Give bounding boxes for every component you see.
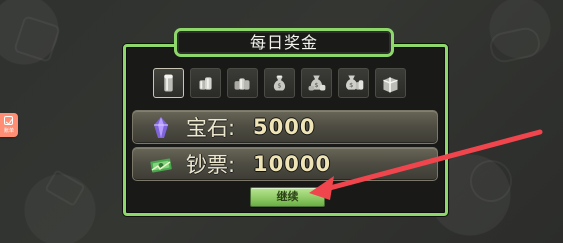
dialog-title-tab: 每日奖金 [174,28,394,57]
gem-reward-value: 5000 [253,115,316,139]
background-decoration [464,154,518,208]
side-badge-label: 账单 [3,128,14,134]
money-bag-stack-icon: $ [346,75,364,90]
money-bag-coins-icon: $ [308,75,326,91]
day-slot-3[interactable] [227,68,258,98]
cash-reward-row: 钞票: 10000 [132,147,438,181]
cash-reward-label: 钞票: [186,153,236,177]
svg-text:$: $ [314,81,318,89]
day-slot-7[interactable] [375,68,406,98]
treasure-box-icon [383,77,398,93]
gem-reward-row: 宝石: 5000 [132,110,438,144]
svg-text:$: $ [349,81,353,89]
daily-reward-strip: $ $ $ [153,68,413,98]
coin-stack-large-icon [234,78,250,90]
coin-stack-icon [199,77,212,90]
background-decoration [487,25,543,65]
day-slot-4[interactable]: $ [264,68,295,98]
single-coin-icon [164,74,173,92]
cash-icon [150,158,172,173]
bill-icon [4,116,13,125]
svg-text:$: $ [277,82,281,90]
day-slot-6[interactable]: $ [338,68,369,98]
day-slot-2[interactable] [190,68,221,98]
gem-reward-label: 宝石: [186,116,236,140]
day-slot-5[interactable]: $ [301,68,332,98]
day-slot-1[interactable] [153,68,184,98]
background-decoration [13,15,61,63]
background-decoration [44,169,86,207]
game-background: 账单 每日奖金 $ $ $ 宝石: 5000 钞票: 10000 继续 [0,0,563,243]
side-badge-button[interactable]: 账单 [0,113,18,137]
continue-button[interactable]: 继续 [250,187,325,207]
cash-reward-value: 10000 [253,152,332,176]
dialog-title: 每日奖金 [249,33,318,52]
gem-icon [154,117,168,138]
money-bag-icon: $ [273,75,286,91]
